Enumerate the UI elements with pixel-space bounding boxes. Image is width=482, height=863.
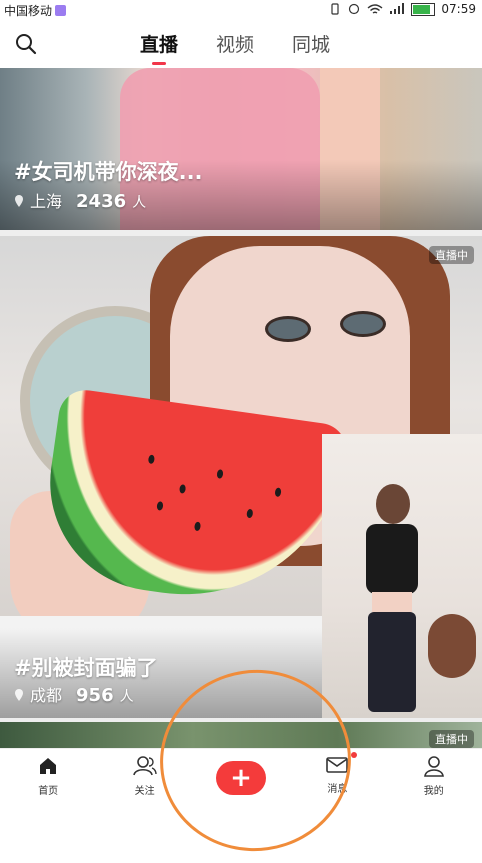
tab-label: 首页 (38, 786, 59, 797)
preview-thumbnail[interactable] (322, 434, 482, 718)
vibrate-icon (331, 3, 340, 15)
seed (147, 454, 155, 465)
mail-icon (326, 757, 349, 773)
location-pin-icon (15, 689, 23, 701)
sim-icon (55, 5, 67, 16)
tab-label: 我的 (423, 786, 444, 797)
tab-label: 消息 (327, 784, 348, 795)
search-icon[interactable] (14, 32, 38, 56)
alarm-icon (349, 3, 360, 15)
live-badge: 直播中 (429, 730, 474, 748)
location-pin-icon (15, 195, 23, 207)
clock: 07:59 (441, 2, 476, 16)
card-title: #别被封面骗了 (14, 656, 158, 680)
person-icon (423, 756, 444, 777)
card-location: 成都 (30, 686, 63, 705)
carrier-label: 中国移动 (4, 2, 67, 19)
status-icons: 07:59 (329, 2, 476, 16)
tab-following[interactable]: 关注 (96, 749, 192, 805)
live-feed[interactable]: #女司机带你深夜... 上海 2436 人 直播中 #别被封面骗了 成都 956… (0, 68, 482, 748)
tab-home[interactable]: 首页 (0, 749, 96, 805)
tab-create[interactable]: + (193, 749, 289, 805)
card-meta: 上海 2436 人 (14, 188, 146, 212)
top-nav: 直播 视频 同城 (0, 20, 482, 68)
tab-messages[interactable]: 消息 (289, 749, 385, 805)
viewer-unit: 人 (119, 689, 134, 705)
dancer-legs (368, 612, 416, 712)
live-card[interactable]: #女司机带你深夜... 上海 2436 人 (0, 68, 482, 230)
preview-dancer (362, 484, 422, 714)
signal-icon (390, 3, 405, 14)
card-title: #女司机带你深夜... (14, 160, 203, 184)
dancer-head (376, 484, 410, 524)
tab-video[interactable]: 视频 (216, 30, 254, 65)
cover-eye-left (340, 311, 386, 337)
dancer-top (366, 524, 418, 594)
live-card[interactable]: 直播中 (0, 722, 482, 748)
tab-label: 关注 (134, 786, 155, 797)
live-badge: 直播中 (429, 246, 474, 264)
tab-local[interactable]: 同城 (292, 30, 330, 65)
seed (246, 508, 254, 519)
teddy-bear (428, 614, 476, 678)
users-icon (132, 756, 157, 776)
home-icon (40, 758, 57, 774)
live-card[interactable]: 直播中 #别被封面骗了 成都 956 人 (0, 236, 482, 718)
dancer-belly (372, 592, 412, 612)
seed (178, 484, 187, 494)
seed (274, 487, 282, 498)
content-tabs: 直播 视频 同城 (140, 30, 330, 65)
seed (216, 469, 224, 479)
card-meta: 成都 956 人 (14, 682, 134, 706)
viewer-count: 2436 (76, 191, 127, 212)
tab-live[interactable]: 直播 (140, 30, 178, 65)
seed (156, 501, 164, 511)
plus-icon: + (215, 761, 266, 795)
wifi-icon (367, 4, 383, 14)
unread-dot (351, 752, 357, 758)
cover-eye-right (265, 316, 311, 342)
card-location: 上海 (30, 192, 63, 211)
status-bar: 中国移动 07:59 (0, 0, 482, 20)
viewer-count: 956 (76, 685, 114, 706)
viewer-unit: 人 (132, 195, 147, 211)
seed (193, 521, 202, 532)
battery-icon (411, 2, 436, 16)
tab-profile[interactable]: 我的 (386, 749, 482, 805)
bottom-tab-bar: 首页 关注 + 消息 我的 (0, 748, 482, 805)
